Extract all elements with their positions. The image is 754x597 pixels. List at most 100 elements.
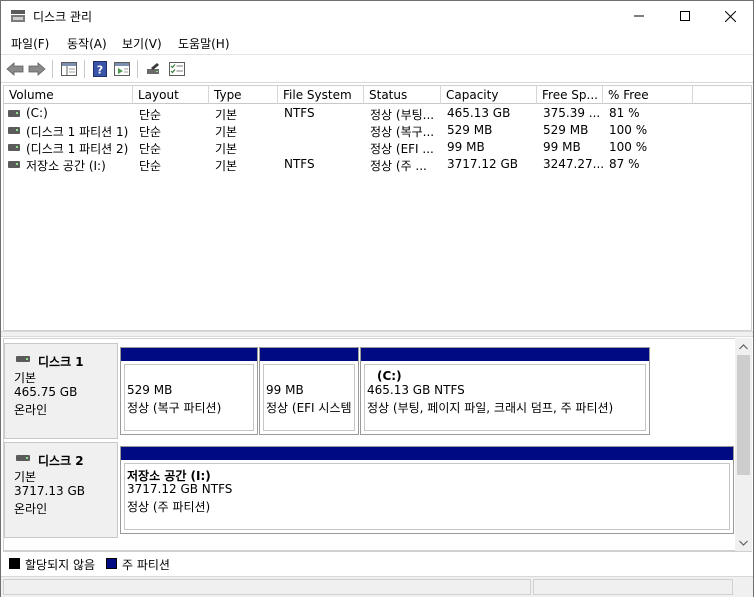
partition-size: 99 MB <box>266 383 304 397</box>
volume-layout: 단순 <box>139 125 162 139</box>
scroll-thumb[interactable] <box>737 355 750 475</box>
toolbar-separator <box>52 60 53 78</box>
volume-layout: 단순 <box>139 142 162 156</box>
scroll-up-button[interactable] <box>735 338 752 355</box>
column-header-file-system[interactable]: File System <box>278 86 364 104</box>
primary-partition-bar <box>260 348 358 361</box>
volume-name: 저장소 공간 (I:) <box>26 159 106 173</box>
back-button[interactable] <box>5 59 25 79</box>
volume-status: 정상 (부팅... <box>370 108 435 122</box>
partition-body <box>124 463 730 530</box>
column-header-free-space[interactable]: Free Sp... <box>537 86 603 104</box>
menu-view[interactable]: 보기(V) <box>122 35 162 52</box>
legend-label-primary: 주 파티션 <box>122 558 170 572</box>
toolbar: ? <box>1 54 753 83</box>
minimize-button[interactable] <box>616 1 662 31</box>
volume-list[interactable]: Volume Layout Type File System Status Ca… <box>3 85 752 331</box>
help-icon: ? <box>93 61 107 77</box>
volume-status: 정상 (EFI ... <box>370 142 434 156</box>
disk-management-window: 디스크 관리 파일(F) 동작(A) 보기(V) 도움말(H) ? Volume… <box>0 0 754 597</box>
volume-percent-free: 81 % <box>609 106 640 120</box>
volume-row[interactable]: (디스크 1 파티션 1) 단순 기본 정상 (복구... 529 MB 529… <box>4 122 751 139</box>
show-hide-console-tree-button[interactable] <box>59 59 79 79</box>
graphical-view-scrollbar[interactable] <box>735 338 752 551</box>
toolbar-separator <box>137 60 138 78</box>
column-header-type[interactable]: Type <box>209 86 278 104</box>
disk-state: 온라인 <box>14 502 48 516</box>
disk-1-label[interactable]: 디스크 1 기본 465.75 GB 온라인 <box>4 343 118 439</box>
menu-help[interactable]: 도움말(H) <box>178 35 230 52</box>
properties-view-button[interactable] <box>112 59 132 79</box>
volume-file-system: NTFS <box>284 157 315 171</box>
volume-file-system: NTFS <box>284 106 315 120</box>
column-header-volume[interactable]: Volume <box>4 86 133 104</box>
volume-layout: 단순 <box>139 159 162 173</box>
volume-row[interactable]: (C:) 단순 기본 NTFS 정상 (부팅... 465.13 GB 375.… <box>4 105 751 122</box>
disk-icon <box>16 356 30 362</box>
chevron-down-icon <box>739 540 748 546</box>
disk-graphical-view: 디스크 1 기본 465.75 GB 온라인 529 MB 정상 (복구 파티션… <box>3 338 752 551</box>
volume-type: 기본 <box>215 108 238 122</box>
volume-layout: 단순 <box>139 108 162 122</box>
primary-partition-bar <box>361 348 649 361</box>
primary-partition-bar <box>121 348 257 361</box>
volume-name: (C:) <box>26 106 48 120</box>
volume-status: 정상 (복구... <box>370 125 435 139</box>
forward-button[interactable] <box>27 59 47 79</box>
volume-row[interactable]: (디스크 1 파티션 2) 단순 기본 정상 (EFI ... 99 MB 99… <box>4 139 751 156</box>
properties-view-icon <box>114 62 130 76</box>
help-button[interactable]: ? <box>90 59 110 79</box>
disk-state: 온라인 <box>14 403 48 417</box>
unallocated-swatch <box>9 558 20 569</box>
maximize-icon <box>680 11 690 21</box>
scroll-down-button[interactable] <box>735 534 752 551</box>
column-header-layout[interactable]: Layout <box>133 86 209 104</box>
back-arrow-icon <box>6 62 24 76</box>
partition-recovery[interactable]: 529 MB 정상 (복구 파티션) <box>120 347 258 435</box>
volume-free-space: 3247.27... <box>543 157 605 171</box>
connect-disk-button[interactable] <box>144 59 164 79</box>
menu-action[interactable]: 동작(A) <box>67 35 107 52</box>
partition-efi[interactable]: 99 MB 정상 (EFI 시스템 <box>259 347 359 435</box>
primary-partition-swatch <box>106 558 117 569</box>
volume-capacity: 465.13 GB <box>447 106 511 120</box>
column-header-capacity[interactable]: Capacity <box>441 86 537 104</box>
disk-size: 3717.13 GB <box>14 484 85 498</box>
minimize-icon <box>634 15 644 17</box>
maximize-button[interactable] <box>662 1 708 31</box>
volume-name: (디스크 1 파티션 1) <box>26 125 129 139</box>
disk-2-label[interactable]: 디스크 2 기본 3717.13 GB 온라인 <box>4 442 118 538</box>
disk-name: 디스크 2 <box>38 454 84 468</box>
partition-storage-space[interactable]: 저장소 공간 (I:) 3717.12 GB NTFS 정상 (주 파티션) <box>120 446 734 534</box>
close-button[interactable] <box>707 1 753 31</box>
volume-percent-free: 87 % <box>609 157 640 171</box>
volume-row[interactable]: 저장소 공간 (I:) 단순 기본 NTFS 정상 (주 ... 3717.12… <box>4 156 751 173</box>
volume-capacity: 529 MB <box>447 123 493 137</box>
partition-c[interactable]: (C:) 465.13 GB NTFS 정상 (부팅, 페이지 파일, 크래시 … <box>360 347 650 435</box>
partition-body <box>263 364 355 431</box>
partition-status: 정상 (EFI 시스템 <box>266 401 352 415</box>
menu-file[interactable]: 파일(F) <box>11 35 49 52</box>
title-bar: 디스크 관리 <box>1 1 753 31</box>
volume-status: 정상 (주 ... <box>370 159 427 173</box>
partition-title: (C:) <box>377 369 402 383</box>
status-segment <box>3 579 531 595</box>
partition-status: 정상 (복구 파티션) <box>127 401 222 415</box>
volume-icon <box>8 161 20 168</box>
primary-partition-bar <box>121 447 733 460</box>
volume-free-space: 99 MB <box>543 140 581 154</box>
volume-capacity: 99 MB <box>447 140 485 154</box>
column-header-status[interactable]: Status <box>364 86 441 104</box>
volume-free-space: 375.39 ... <box>543 106 601 120</box>
pane-splitter[interactable] <box>1 331 753 337</box>
volume-list-header: Volume Layout Type File System Status Ca… <box>4 86 751 104</box>
volume-icon <box>8 127 20 134</box>
toolbar-separator <box>84 60 85 78</box>
close-icon <box>724 10 736 22</box>
svg-text:?: ? <box>97 64 103 77</box>
checklist-button[interactable] <box>167 59 187 79</box>
partition-size: 3717.12 GB NTFS <box>127 482 233 496</box>
column-header-percent-free[interactable]: % Free <box>603 86 693 104</box>
disk-type: 기본 <box>14 470 37 484</box>
legend-label-unallocated: 할당되지 않음 <box>25 558 96 572</box>
